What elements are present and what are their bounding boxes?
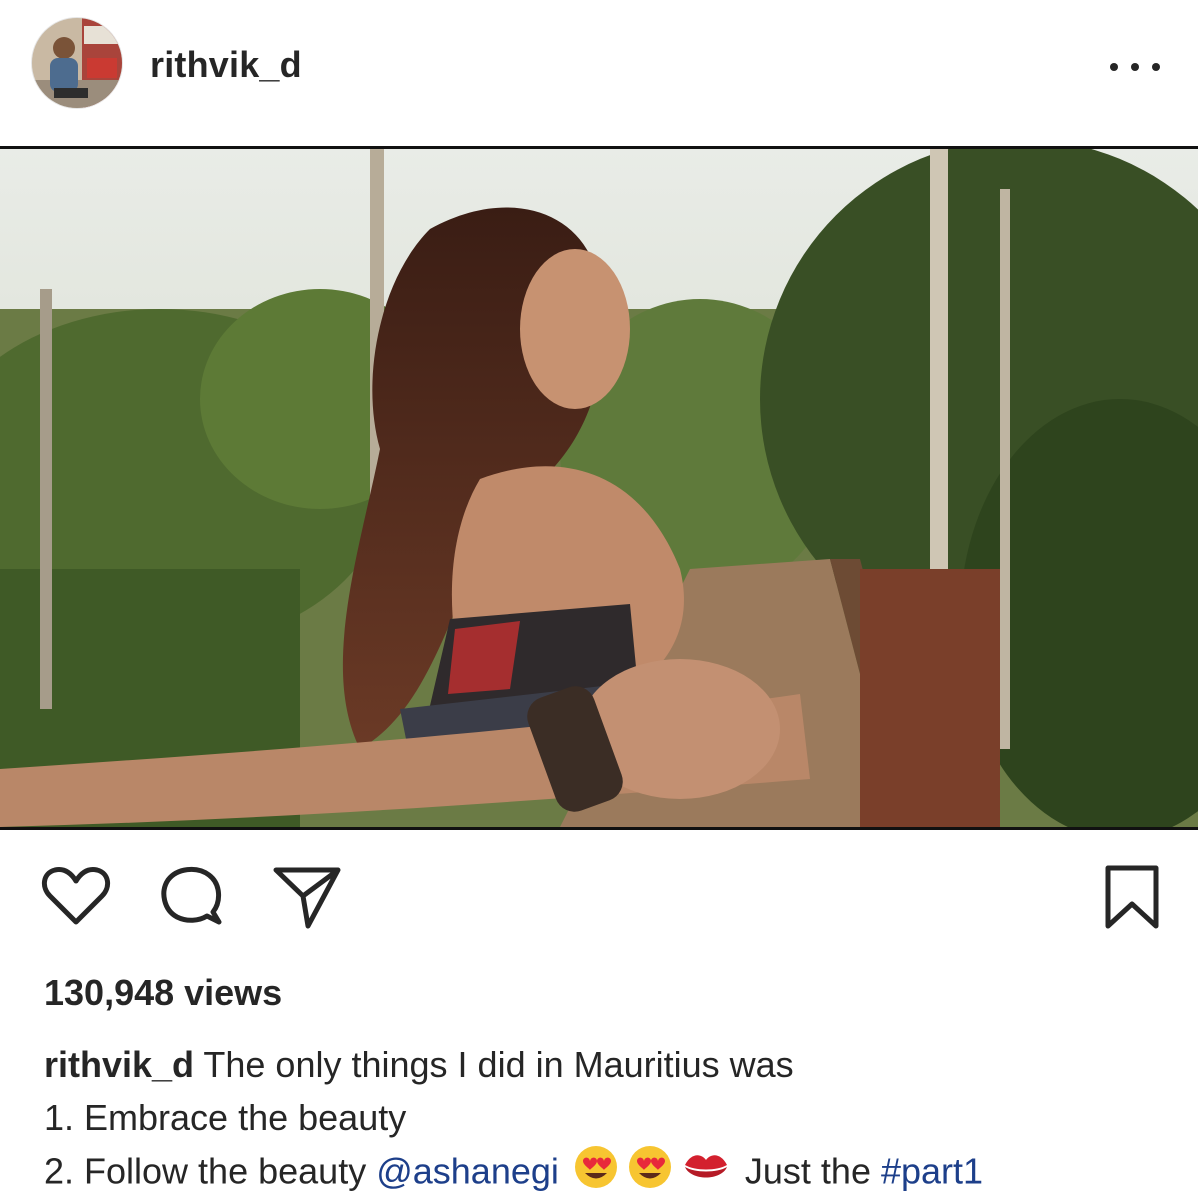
paper-plane-icon — [273, 867, 341, 929]
heart-eyes-emoji — [573, 1144, 619, 1204]
mention-link[interactable]: @ashanegi — [376, 1151, 559, 1192]
bookmark-icon — [1105, 865, 1159, 929]
avatar-image — [32, 18, 122, 108]
save-button[interactable] — [1102, 860, 1162, 937]
comment-button[interactable] — [155, 860, 227, 937]
kiss-mark-emoji — [681, 1147, 731, 1201]
more-options-button[interactable] — [1110, 52, 1160, 82]
caption-line-2: 1. Embrace the beauty — [44, 1097, 407, 1138]
caption-line3-mid: Just the — [734, 1150, 881, 1192]
post-video[interactable] — [0, 146, 1198, 830]
caption-line-1: rithvik_d The only things I did in Mauri… — [44, 1038, 1164, 1091]
hashtag-link[interactable]: #part1 — [881, 1151, 983, 1192]
heart-eyes-emoji — [627, 1144, 673, 1204]
more-horizontal-icon — [1131, 63, 1139, 71]
views-count[interactable]: 130,948 views — [44, 972, 282, 1014]
caption-line-3: 2. Follow the beauty @ashanegi Just the … — [44, 1144, 1164, 1204]
heart-icon — [41, 867, 111, 925]
caption-username[interactable]: rithvik_d — [44, 1044, 194, 1085]
like-button[interactable] — [40, 860, 112, 937]
action-bar — [0, 860, 1198, 940]
caption-line3-prefix: 2. Follow the beauty — [44, 1150, 377, 1192]
share-button[interactable] — [272, 860, 344, 937]
post-header: rithvik_d — [0, 0, 1198, 140]
post-caption: rithvik_d The only things I did in Mauri… — [44, 1038, 1164, 1204]
more-horizontal-icon — [1110, 63, 1118, 71]
video-frame-image — [0, 149, 1198, 827]
avatar[interactable] — [32, 18, 122, 108]
post-username[interactable]: rithvik_d — [150, 44, 302, 86]
more-horizontal-icon — [1152, 63, 1160, 71]
comment-bubble-icon — [161, 866, 222, 925]
caption-text: The only things I did in Mauritius was — [194, 1044, 794, 1085]
